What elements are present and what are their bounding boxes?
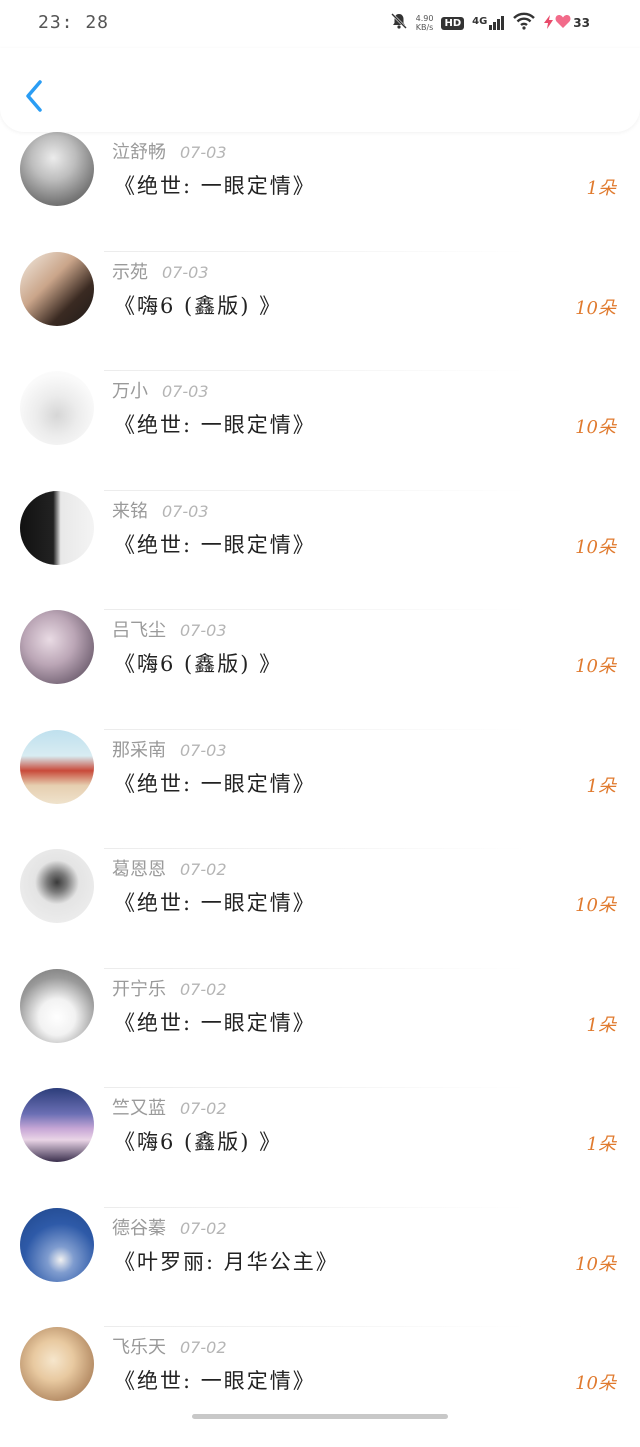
list-item[interactable]: 飞乐天 07-02 《绝世: 一眼定情》 10朵 xyxy=(0,1327,640,1447)
sent-date: 07-03 xyxy=(180,740,227,760)
gift-title: 《嗨6 (鑫版) 》 xyxy=(114,293,283,318)
cellular-signal-icon: 4G xyxy=(472,16,505,30)
sent-date: 07-02 xyxy=(180,860,227,879)
status-bar: 23: 28 4.90 KB/s HD 4G 33 xyxy=(0,0,640,48)
sent-date: 07-03 xyxy=(162,382,209,401)
avatar xyxy=(20,1088,94,1162)
net-speed: 4.90 KB/s xyxy=(416,14,434,32)
sender-name: 那采南 xyxy=(112,739,166,761)
flower-count: 10朵 xyxy=(575,417,616,438)
sender-name: 飞乐天 xyxy=(112,1337,166,1358)
flower-count: 10朵 xyxy=(575,536,616,558)
status-icons: 4.90 KB/s HD 4G 33 xyxy=(390,12,590,34)
sender-name: 泣舒畅 xyxy=(112,142,166,163)
gift-title: 《绝世: 一眼定情》 xyxy=(114,413,316,437)
network-type-label: 4G xyxy=(472,16,488,27)
gift-title: 《叶罗丽: 月华公主》 xyxy=(114,1249,339,1274)
gift-title: 《嗨6 (鑫版) 》 xyxy=(114,1130,283,1154)
avatar xyxy=(20,1207,94,1282)
charging-bolt-icon xyxy=(544,14,554,32)
list-item[interactable]: 德谷蓁 07-02 《叶罗丽: 月华公主》 10朵 xyxy=(0,1207,640,1327)
sent-date: 07-02 xyxy=(180,1099,227,1118)
list-item[interactable]: 吕飞尘 07-03 《嗨6 (鑫版) 》 10朵 xyxy=(0,610,640,730)
list-item[interactable]: 泣舒畅 07-03 《绝世: 一眼定情》 1朵 xyxy=(0,132,640,252)
flower-count: 1朵 xyxy=(586,178,616,199)
avatar xyxy=(20,251,94,326)
sender-name: 葛恩恩 xyxy=(112,859,166,880)
list-item[interactable]: 竺又蓝 07-02 《嗨6 (鑫版) 》 1朵 xyxy=(0,1088,640,1208)
avatar xyxy=(20,729,94,804)
sender-name: 来铭 xyxy=(112,500,148,522)
sent-date: 07-03 xyxy=(162,262,209,282)
list-item[interactable]: 开宁乐 07-02 《绝世: 一眼定情》 1朵 xyxy=(0,968,640,1088)
flower-count: 10朵 xyxy=(575,297,616,319)
flower-count: 10朵 xyxy=(575,656,616,677)
flower-count: 10朵 xyxy=(575,895,616,916)
chevron-left-icon xyxy=(26,80,42,112)
sender-name: 德谷蓁 xyxy=(112,1217,166,1239)
avatar xyxy=(20,132,94,206)
list-item[interactable]: 那采南 07-03 《绝世: 一眼定情》 1朵 xyxy=(0,729,640,849)
flower-count: 1朵 xyxy=(586,775,616,797)
avatar xyxy=(20,610,94,684)
flower-count: 10朵 xyxy=(575,1373,616,1394)
avatar xyxy=(20,1327,94,1401)
flower-count: 1朵 xyxy=(586,1014,616,1036)
gift-title: 《绝世: 一眼定情》 xyxy=(114,771,316,796)
mute-bell-icon xyxy=(390,12,408,34)
list-item[interactable]: 示苑 07-03 《嗨6 (鑫版) 》 10朵 xyxy=(0,251,640,371)
list-item[interactable]: 来铭 07-03 《绝世: 一眼定情》 10朵 xyxy=(0,490,640,610)
battery-heart-icon xyxy=(555,14,571,32)
net-speed-unit: KB/s xyxy=(415,23,434,32)
hd-badge: HD xyxy=(441,16,465,30)
sent-date: 07-02 xyxy=(180,1338,227,1357)
avatar xyxy=(20,490,94,565)
list-item[interactable]: 万小 07-03 《绝世: 一眼定情》 10朵 xyxy=(0,371,640,491)
net-speed-value: 4.90 xyxy=(415,14,434,23)
gift-title: 《绝世: 一眼定情》 xyxy=(114,1010,316,1035)
sender-name: 吕飞尘 xyxy=(112,620,166,641)
flower-count: 1朵 xyxy=(586,1134,616,1155)
gift-title: 《嗨6 (鑫版) 》 xyxy=(114,652,283,676)
avatar xyxy=(20,849,94,923)
gift-title: 《绝世: 一眼定情》 xyxy=(114,174,316,198)
header xyxy=(0,48,640,132)
sender-name: 示苑 xyxy=(112,261,148,283)
sender-name: 竺又蓝 xyxy=(112,1098,166,1119)
battery-indicator: 33 xyxy=(544,14,590,32)
sent-date: 07-02 xyxy=(180,1218,227,1238)
avatar xyxy=(20,371,94,445)
back-button[interactable] xyxy=(20,76,50,116)
sender-name: 万小 xyxy=(112,381,148,402)
status-time: 23: 28 xyxy=(38,12,110,33)
battery-level: 33 xyxy=(573,16,590,30)
sent-date: 07-03 xyxy=(180,621,227,640)
sent-date: 07-02 xyxy=(180,979,227,999)
flower-count: 10朵 xyxy=(575,1253,616,1275)
avatar xyxy=(20,968,94,1043)
sent-date: 07-03 xyxy=(162,501,209,521)
sender-name: 开宁乐 xyxy=(112,978,166,1000)
gift-list: 泣舒畅 07-03 《绝世: 一眼定情》 1朵 示苑 07-03 《嗨6 (鑫版) … xyxy=(0,132,640,1447)
gift-title: 《绝世: 一眼定情》 xyxy=(114,1369,316,1393)
home-indicator[interactable] xyxy=(192,1414,448,1419)
gift-title: 《绝世: 一眼定情》 xyxy=(114,532,316,557)
gift-title: 《绝世: 一眼定情》 xyxy=(114,891,316,915)
list-item[interactable]: 葛恩恩 07-02 《绝世: 一眼定情》 10朵 xyxy=(0,849,640,969)
sent-date: 07-03 xyxy=(180,143,227,162)
wifi-icon xyxy=(512,12,536,34)
